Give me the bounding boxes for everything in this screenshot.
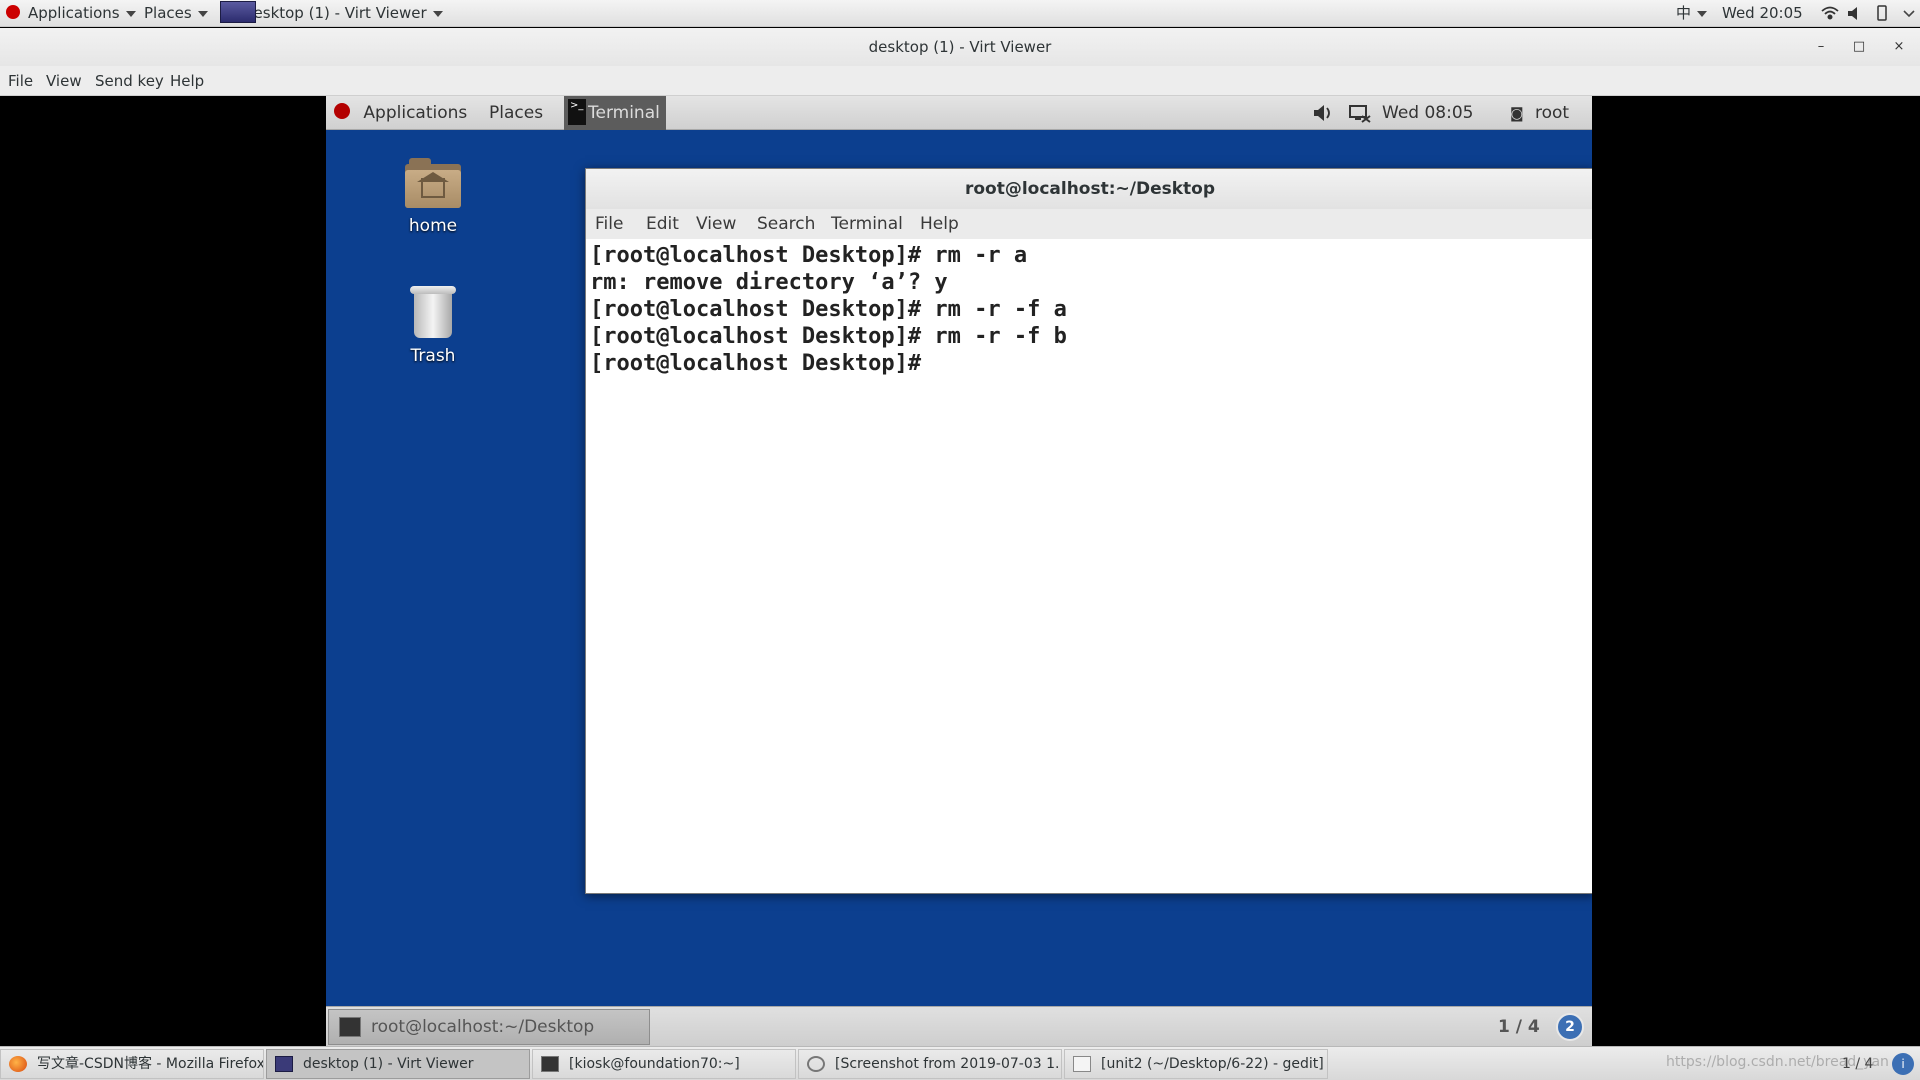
- terminal-title[interactable]: root@localhost:~/Desktop: [586, 169, 1592, 209]
- guest-workspace-indicator[interactable]: 1 / 4: [1498, 1007, 1540, 1046]
- text-editor-icon: [1073, 1056, 1091, 1072]
- battery-icon: [1877, 5, 1887, 21]
- terminal-menu-help[interactable]: Help: [920, 209, 959, 239]
- terminal-line: rm: remove directory ‘a’? y: [590, 270, 948, 295]
- host-top-panel: Applications Places desktop (1) - Virt V…: [0, 0, 1920, 27]
- guest-applications-menu[interactable]: Applications: [334, 96, 467, 130]
- user-icon: ◙: [1510, 106, 1524, 122]
- chevron-down-icon: [1903, 10, 1915, 18]
- firefox-icon: [9, 1056, 27, 1072]
- terminal-prompt-line[interactable]: [root@localhost Desktop]#: [590, 350, 1590, 377]
- guest-top-panel: Applications Places >_ Terminal Wed 08:0…: [326, 96, 1592, 130]
- guest-terminal-tab[interactable]: >_ Terminal: [564, 96, 666, 130]
- virt-viewer-icon: [220, 0, 256, 23]
- host-applications-label: Applications: [28, 4, 120, 22]
- chevron-down-icon: [1697, 10, 1708, 17]
- chevron-down-icon: [125, 10, 136, 17]
- taskbar-item-label: desktop (1) - Virt Viewer: [303, 1056, 474, 1072]
- maximize-button[interactable]: □: [1848, 36, 1870, 58]
- virt-viewer-icon: [275, 1056, 293, 1072]
- input-method-label: 中: [1676, 4, 1692, 22]
- guest-applications-label: Applications: [363, 103, 468, 123]
- home-folder-icon: [405, 158, 461, 208]
- taskbar-item-label: [kiosk@foundation70:~]: [569, 1056, 740, 1072]
- desktop-icon-home[interactable]: home: [378, 158, 488, 236]
- close-button[interactable]: ×: [1888, 36, 1910, 58]
- host-applications-menu[interactable]: Applications: [6, 0, 136, 27]
- host-taskbar: 写文章-CSDN博客 - Mozilla Firefox desktop (1)…: [0, 1046, 1920, 1080]
- guest-task-terminal[interactable]: root@localhost:~/Desktop: [328, 1009, 650, 1045]
- terminal-line: [root@localhost Desktop]# rm -r -f a: [590, 297, 1067, 322]
- taskbar-item-label: 写文章-CSDN博客 - Mozilla Firefox: [37, 1056, 264, 1072]
- terminal-line: [root@localhost Desktop]# rm -r -f b: [590, 324, 1067, 349]
- image-viewer-icon: [807, 1056, 825, 1072]
- terminal-line: [root@localhost Desktop]# rm -r a: [590, 243, 1028, 268]
- host-workspace-indicator[interactable]: 1 / 4: [1842, 1047, 1873, 1080]
- guest-bottom-panel: root@localhost:~/Desktop 1 / 4 2: [326, 1006, 1592, 1046]
- terminal-menu-terminal[interactable]: Terminal: [831, 209, 903, 239]
- desktop-icon-home-label: home: [408, 216, 458, 236]
- guest-volume-icon[interactable]: [1312, 96, 1334, 142]
- menu-file[interactable]: File: [8, 66, 33, 96]
- volume-icon: [1848, 7, 1857, 20]
- guest-terminal-tab-label: Terminal: [588, 103, 660, 123]
- terminal-menu-search[interactable]: Search: [757, 209, 815, 239]
- chevron-down-icon: [197, 10, 208, 17]
- taskbar-item-label: [unit2 (~/Desktop/6-22) - gedit]: [1101, 1056, 1324, 1072]
- host-notification-icon[interactable]: i: [1892, 1053, 1914, 1075]
- input-method-indicator[interactable]: 中: [1676, 0, 1708, 27]
- host-places-menu[interactable]: Places: [144, 0, 208, 27]
- terminal-menubar: File Edit View Search Terminal Help: [586, 209, 1592, 239]
- taskbar-item-gedit[interactable]: [unit2 (~/Desktop/6-22) - gedit]: [1064, 1049, 1328, 1079]
- guest-places-menu[interactable]: Places: [489, 96, 543, 130]
- guest-user-menu[interactable]: ◙ root: [1510, 96, 1569, 131]
- terminal-menu-edit[interactable]: Edit: [646, 209, 679, 239]
- guest-display[interactable]: Applications Places >_ Terminal Wed 08:0…: [326, 96, 1592, 1046]
- terminal-output[interactable]: [root@localhost Desktop]# rm -r a rm: re…: [586, 239, 1592, 893]
- window-titlebar[interactable]: desktop (1) - Virt Viewer – □ ×: [0, 28, 1920, 66]
- window-title: desktop (1) - Virt Viewer: [868, 38, 1052, 56]
- taskbar-item-screenshot[interactable]: [Screenshot from 2019-07-03 1...: [798, 1049, 1062, 1079]
- terminal-icon: >_: [568, 99, 586, 125]
- menu-send-key[interactable]: Send key: [95, 66, 164, 96]
- guest-user-label: root: [1535, 103, 1570, 123]
- guest-notification-badge[interactable]: 2: [1556, 1013, 1584, 1041]
- redhat-logo-icon: [334, 103, 350, 119]
- chevron-down-icon: [432, 10, 443, 17]
- terminal-menu-file[interactable]: File: [595, 209, 623, 239]
- desktop-icon-trash-label: Trash: [410, 346, 456, 366]
- window-menubar: File View Send key Help: [0, 66, 1920, 96]
- host-places-label: Places: [144, 4, 192, 22]
- system-status-area[interactable]: [1818, 0, 1920, 27]
- wifi-icon: [1821, 6, 1839, 20]
- redhat-logo-icon: [6, 4, 20, 19]
- menu-view[interactable]: View: [46, 66, 82, 96]
- terminal-menu-view[interactable]: View: [696, 209, 736, 239]
- host-active-window-menu[interactable]: desktop (1) - Virt Viewer: [220, 0, 443, 27]
- terminal-icon: [541, 1056, 559, 1072]
- guest-clock[interactable]: Wed 08:05: [1382, 96, 1473, 130]
- desktop-icon-trash[interactable]: Trash: [378, 282, 488, 366]
- system-status-icons: [1821, 5, 1915, 21]
- host-clock[interactable]: Wed 20:05: [1722, 0, 1803, 27]
- guest-task-label: root@localhost:~/Desktop: [371, 1017, 595, 1037]
- terminal-icon: [339, 1017, 361, 1037]
- taskbar-item-label: [Screenshot from 2019-07-03 1...: [835, 1056, 1062, 1072]
- host-active-window-label: desktop (1) - Virt Viewer: [244, 4, 427, 22]
- minimize-button[interactable]: –: [1810, 36, 1832, 58]
- menu-help[interactable]: Help: [170, 66, 204, 96]
- taskbar-item-virt-viewer[interactable]: desktop (1) - Virt Viewer: [266, 1049, 530, 1079]
- taskbar-item-terminal[interactable]: [kiosk@foundation70:~]: [532, 1049, 796, 1079]
- guest-network-icon[interactable]: [1348, 96, 1372, 142]
- trash-icon: [410, 282, 456, 338]
- terminal-window[interactable]: root@localhost:~/Desktop File Edit View …: [585, 168, 1592, 894]
- taskbar-item-firefox[interactable]: 写文章-CSDN博客 - Mozilla Firefox: [0, 1049, 264, 1079]
